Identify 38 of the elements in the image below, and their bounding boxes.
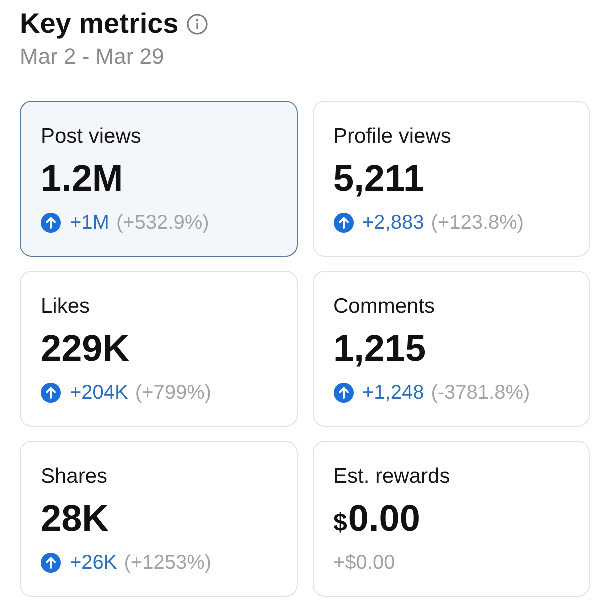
metric-label: Shares bbox=[41, 464, 108, 490]
change-amount: +1M bbox=[70, 211, 110, 236]
arrow-up-circle-icon bbox=[334, 213, 354, 233]
metric-label: Est. rewards bbox=[334, 464, 450, 490]
metric-value: 28K bbox=[41, 498, 109, 540]
change-amount: +1,248 bbox=[362, 381, 424, 406]
metric-card[interactable]: Shares 28K +26K (+1253%) bbox=[20, 441, 298, 597]
metric-card[interactable]: Comments 1,215 +1,248 (-3781.8%) bbox=[312, 271, 590, 427]
metric-card[interactable]: Post views 1.2M +1M (+532.9%) bbox=[20, 101, 298, 257]
metric-label: Profile views bbox=[334, 124, 452, 150]
change-amount: +204K bbox=[70, 381, 128, 406]
change-amount: +$0.00 bbox=[334, 551, 396, 576]
date-range: Mar 2 - Mar 29 bbox=[20, 44, 164, 70]
change-percent: (-3781.8%) bbox=[431, 381, 530, 406]
metric-value: 229K bbox=[41, 328, 130, 370]
change-percent: (+799%) bbox=[135, 381, 212, 406]
arrow-up-circle-icon bbox=[41, 383, 61, 403]
change-percent: (+123.8%) bbox=[431, 211, 524, 236]
info-icon[interactable] bbox=[186, 14, 208, 34]
currency-symbol: $ bbox=[334, 508, 348, 538]
change-percent: (+532.9%) bbox=[116, 211, 210, 236]
metric-card[interactable]: Profile views 5,211 +2,883 (+123.8%) bbox=[312, 101, 590, 257]
metric-card[interactable]: Likes 229K +204K (+799%) bbox=[20, 271, 298, 427]
metric-value: 1,215 bbox=[334, 328, 426, 370]
arrow-up-circle-icon bbox=[334, 383, 354, 403]
metric-label: Likes bbox=[41, 294, 90, 320]
metric-card[interactable]: Est. rewards $0.00 +$0.00 bbox=[312, 441, 590, 597]
metric-value: 5,211 bbox=[334, 158, 424, 200]
metric-label: Comments bbox=[334, 294, 436, 320]
metric-value: 0.00 bbox=[348, 498, 420, 540]
change-amount: +26K bbox=[70, 551, 118, 576]
change-percent: (+1253%) bbox=[124, 551, 212, 576]
arrow-up-circle-icon bbox=[41, 213, 61, 233]
metric-label: Post views bbox=[41, 124, 142, 150]
metric-value: 1.2M bbox=[41, 158, 124, 200]
arrow-up-circle-icon bbox=[41, 553, 61, 573]
section-title: Key metrics bbox=[20, 7, 179, 41]
change-amount: +2,883 bbox=[362, 211, 424, 236]
